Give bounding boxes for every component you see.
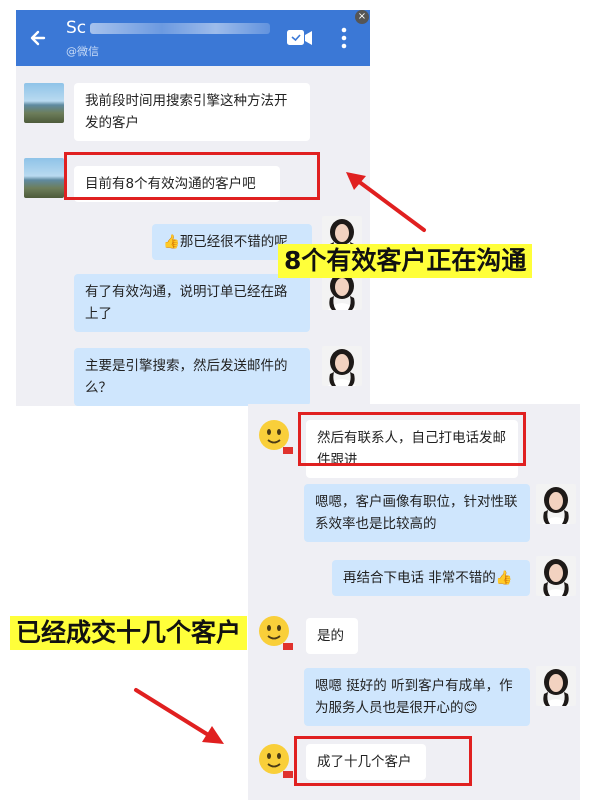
blurred-name xyxy=(90,22,271,34)
thumbs-up-emoji: 👍 xyxy=(495,570,513,586)
close-icon[interactable]: × xyxy=(355,10,369,24)
callout-bottom: 已经成交十几个客户 xyxy=(10,616,248,650)
composite-image: Sc @微信 我前段时间用搜索引擎这种方法开发的客户 目前有8个有效沟通的客户吧… xyxy=(0,0,600,800)
video-call-icon[interactable] xyxy=(286,27,314,49)
avatar-contact xyxy=(24,83,64,123)
message-bubble: 有了有效沟通，说明订单已经在路上了 xyxy=(74,274,310,332)
message-text: 再结合下电话 非常不错的 xyxy=(343,570,496,586)
red-arrow-icon xyxy=(134,688,224,744)
contact-name-text: Sc xyxy=(66,18,87,38)
more-vertical-icon[interactable] xyxy=(338,24,350,52)
chat-screenshot-top: Sc @微信 我前段时间用搜索引擎这种方法开发的客户 目前有8个有效沟通的客户吧… xyxy=(16,10,370,406)
red-arrow-icon xyxy=(346,172,426,232)
arrow-left-icon[interactable] xyxy=(24,23,54,53)
avatar-contact xyxy=(256,612,296,652)
smile-emoji: 😊 xyxy=(463,700,478,716)
avatar-contact xyxy=(24,158,64,198)
message-bubble: 我前段时间用搜索引擎这种方法开发的客户 xyxy=(74,83,310,141)
highlight-box xyxy=(294,736,472,786)
callout-top: 8个有效客户正在沟通 xyxy=(278,244,533,278)
message-bubble: 主要是引擎搜索，然后发送邮件的么？ xyxy=(74,348,310,406)
message-bubble: 是的 xyxy=(306,618,358,654)
avatar-contact xyxy=(256,416,296,456)
message-bubble: 嗯嗯 挺好的 听到客户有成单，作为服务人员也是很开心的😊 xyxy=(304,668,530,726)
avatar-self xyxy=(536,556,576,596)
highlight-box xyxy=(64,152,320,200)
message-text: 那已经很不错的呢 xyxy=(179,234,288,250)
highlight-box xyxy=(298,412,526,466)
chat-header: Sc @微信 xyxy=(16,10,370,66)
avatar-contact xyxy=(256,740,296,780)
contact-name: Sc xyxy=(66,18,271,38)
contact-subtitle: @微信 xyxy=(66,45,99,58)
avatar-self xyxy=(536,484,576,524)
avatar-self xyxy=(536,666,576,706)
message-text: 嗯嗯 挺好的 听到客户有成单，作为服务人员也是很开心的 xyxy=(315,678,513,716)
avatar-self xyxy=(322,346,362,386)
message-bubble: 嗯嗯，客户画像有职位，针对性联系效率也是比较高的 xyxy=(304,484,530,542)
thumbs-up-emoji: 👍 xyxy=(163,234,180,250)
message-bubble: 再结合下电话 非常不错的👍 xyxy=(332,560,530,596)
